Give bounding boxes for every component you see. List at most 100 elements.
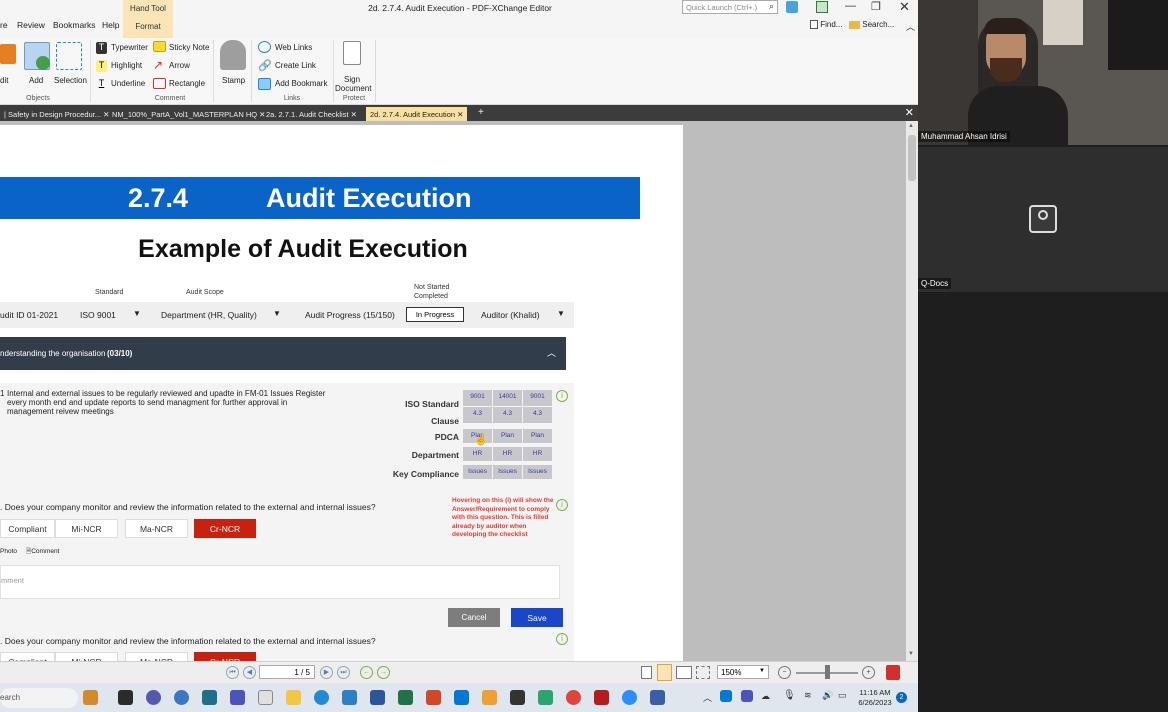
search-button[interactable]: Search...: [849, 20, 894, 29]
underline-button[interactable]: Underline: [111, 79, 145, 88]
calculator-icon[interactable]: [342, 690, 357, 705]
zoom-icon[interactable]: [622, 690, 637, 705]
info-icon[interactable]: i: [556, 633, 568, 645]
fit-page-icon[interactable]: [696, 666, 710, 679]
sign-label[interactable]: Sign: [344, 75, 360, 84]
stamp-label[interactable]: Stamp: [222, 76, 245, 85]
add-label[interactable]: Add: [29, 76, 43, 85]
single-page-icon[interactable]: [641, 666, 652, 679]
document-label[interactable]: Document: [335, 84, 371, 93]
file-explorer-icon[interactable]: [286, 690, 301, 705]
wifi-icon[interactable]: ≋: [804, 690, 812, 701]
chrome-icon[interactable]: [566, 690, 581, 705]
comment-button[interactable]: 🗎Comment: [26, 547, 59, 556]
find-button[interactable]: Find...: [810, 20, 842, 30]
option-cr-ncr-selected[interactable]: Cr-NCR: [194, 519, 256, 538]
sign-document-icon[interactable]: [343, 41, 361, 65]
notepad-icon[interactable]: [258, 690, 273, 705]
zoom-in-icon[interactable]: +: [862, 666, 875, 679]
volume-icon[interactable]: 🔊: [822, 690, 833, 701]
battery-icon[interactable]: ▭: [838, 690, 847, 701]
tray-chevron-icon[interactable]: ︿: [703, 691, 712, 704]
menu-review[interactable]: Review: [17, 20, 45, 30]
status-toggle[interactable]: In Progress: [406, 307, 464, 322]
teams-icon[interactable]: [230, 690, 245, 705]
typewriter-button[interactable]: Typewriter: [111, 43, 148, 52]
quick-launch-input[interactable]: Quick Launch (Ctrl+.) ⌕: [682, 0, 778, 14]
tray-network-icon[interactable]: ☁: [761, 691, 770, 702]
continuous-page-icon[interactable]: [657, 664, 672, 681]
option-mi-ncr[interactable]: Mi-NCR: [55, 519, 118, 538]
tray-outlook-icon[interactable]: [720, 690, 732, 702]
web-links-button[interactable]: Web Links: [275, 43, 312, 52]
security-icon[interactable]: [174, 690, 189, 705]
chat-icon[interactable]: [146, 690, 161, 705]
document-viewport[interactable]: 2.7.4 Audit Execution Example of Audit E…: [0, 121, 918, 671]
scroll-down-icon[interactable]: ▼: [908, 651, 914, 657]
edge-icon[interactable]: [314, 690, 329, 705]
microphone-icon[interactable]: 🎙: [783, 690, 796, 701]
pdf-xchange-icon[interactable]: [482, 690, 497, 705]
close-button[interactable]: ✕: [899, 0, 910, 15]
info-icon[interactable]: i: [556, 390, 568, 402]
taskbar-clock[interactable]: 11:16 AM 6/26/2023: [852, 688, 898, 708]
acrobat-icon[interactable]: [594, 690, 609, 705]
edit-icon[interactable]: [0, 44, 16, 64]
briefcase-icon[interactable]: [83, 690, 98, 705]
close-all-tabs-icon[interactable]: ✕: [905, 106, 914, 119]
highlight-button[interactable]: Highlight: [111, 61, 142, 70]
forward-icon[interactable]: →: [377, 666, 390, 679]
selection-label[interactable]: Selection: [54, 76, 87, 85]
scrollbar-thumb[interactable]: [908, 135, 916, 181]
comment-field[interactable]: mment: [0, 565, 560, 599]
auditor-dropdown[interactable]: Auditor (Khalid): [481, 310, 540, 320]
restore-button[interactable]: ❐: [871, 0, 881, 13]
calendar-icon[interactable]: [202, 690, 217, 705]
pdf-icon[interactable]: [886, 665, 900, 680]
photos-icon[interactable]: [650, 690, 665, 705]
chevron-down-icon[interactable]: ▼: [133, 309, 141, 318]
vertical-scrollbar[interactable]: ▲ ▼: [906, 121, 918, 661]
section-accordion-bar[interactable]: nderstanding the organisation (03/10) ︿: [0, 337, 566, 370]
photo-button[interactable]: Photo: [0, 547, 17, 556]
menu-file[interactable]: re: [0, 20, 8, 30]
tab-audit-checklist[interactable]: 2a. 2.7.1. Audit Checklist ✕: [262, 107, 361, 121]
first-page-icon[interactable]: ⏮: [226, 666, 239, 679]
last-page-icon[interactable]: ⏭: [337, 666, 350, 679]
sticky-note-button[interactable]: Sticky Note: [169, 43, 209, 52]
back-icon[interactable]: ←: [360, 666, 373, 679]
next-page-icon[interactable]: ▶: [320, 666, 333, 679]
chevron-down-icon[interactable]: ▼: [273, 309, 281, 318]
close-icon[interactable]: ✕: [351, 110, 357, 119]
zoom-slider-thumb[interactable]: [825, 665, 830, 679]
rectangle-button[interactable]: Rectangle: [169, 79, 205, 88]
arrow-button[interactable]: Arrow: [169, 61, 190, 70]
create-link-button[interactable]: Create Link: [275, 61, 316, 70]
chevron-down-icon[interactable]: ▼: [759, 668, 765, 674]
scroll-up-icon[interactable]: ▲: [908, 123, 914, 129]
option-compliant[interactable]: Compliant: [0, 519, 55, 538]
collapse-ribbon-icon[interactable]: ︿: [906, 20, 915, 33]
menu-format[interactable]: Format: [123, 22, 173, 31]
tray-teams-icon[interactable]: [741, 690, 753, 702]
stamp-icon[interactable]: [220, 40, 246, 70]
task-view-icon[interactable]: [118, 690, 133, 705]
menu-help[interactable]: Help: [102, 20, 119, 30]
fullscreen-icon[interactable]: [816, 1, 828, 13]
notification-badge[interactable]: 2: [896, 692, 907, 703]
standard-dropdown[interactable]: ISO 9001: [80, 310, 116, 320]
app-icon[interactable]: [538, 690, 553, 705]
add-bookmark-button[interactable]: Add Bookmark: [275, 79, 327, 88]
selection-icon[interactable]: [56, 42, 82, 70]
outlook-icon[interactable]: [454, 690, 469, 705]
chevron-down-icon[interactable]: ▼: [557, 309, 565, 318]
scope-dropdown[interactable]: Department (HR, Quality): [161, 310, 257, 320]
close-icon[interactable]: ✕: [457, 110, 463, 119]
minimize-button[interactable]: —: [845, 0, 856, 12]
option-ma-ncr[interactable]: Ma-NCR: [125, 519, 188, 538]
participant-video[interactable]: Muhammad Ahsan Idrisi: [918, 0, 1168, 145]
excel-icon[interactable]: [398, 690, 413, 705]
new-tab-button[interactable]: +: [474, 107, 488, 121]
tab-audit-execution[interactable]: 2d. 2.7.4. Audit Execution ✕: [366, 107, 468, 121]
save-button[interactable]: Save: [511, 608, 563, 627]
